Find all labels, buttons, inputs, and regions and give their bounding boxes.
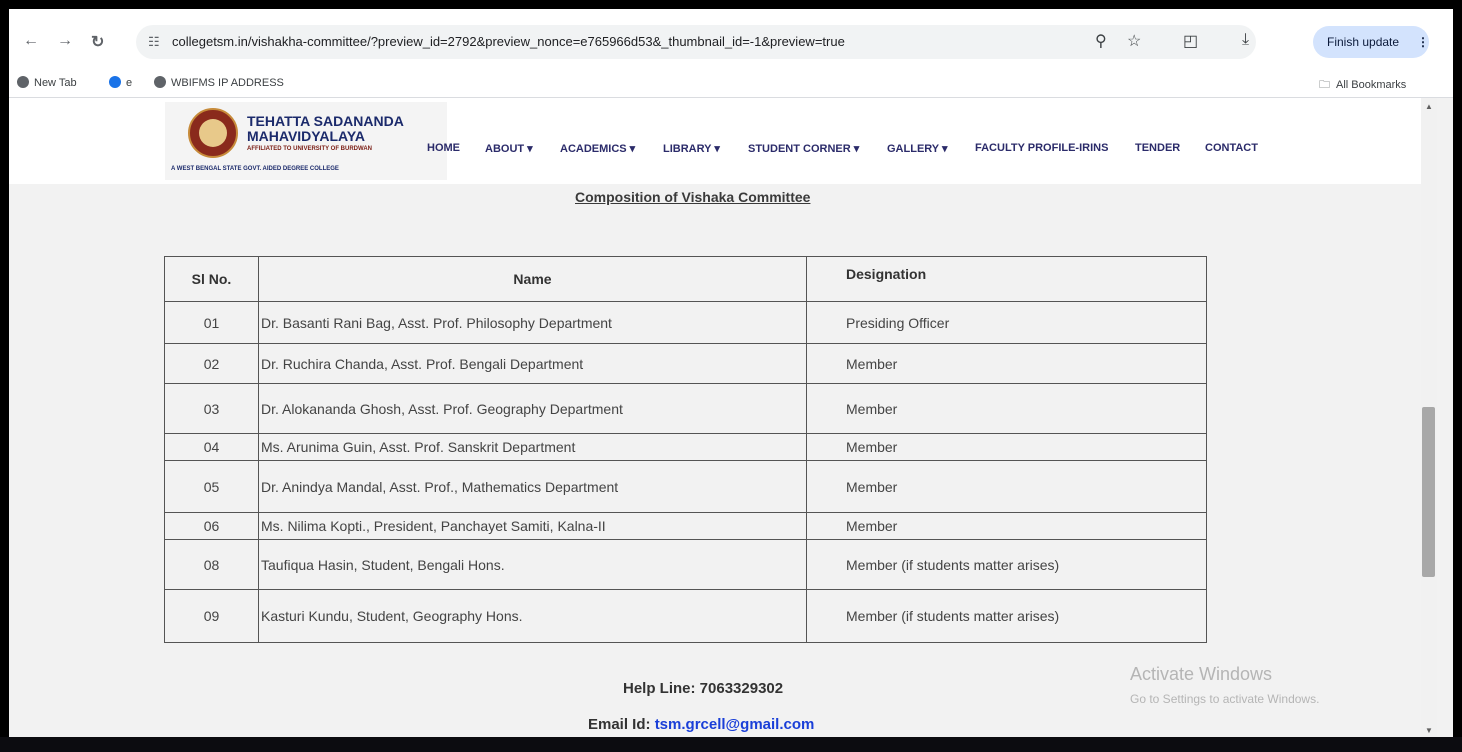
cell-designation: Member (if students matter arises) xyxy=(806,589,1207,643)
cell-name: Ms. Arunima Guin, Asst. Prof. Sanskrit D… xyxy=(258,433,807,461)
nav-library[interactable]: LIBRARY ▾ xyxy=(663,142,720,155)
zoom-icon[interactable]: ⚲ xyxy=(1095,31,1107,51)
college-seal-icon xyxy=(188,108,238,158)
all-bookmarks[interactable]: 🗀 All Bookmarks xyxy=(1319,76,1406,95)
college-name: TEHATTA SADANANDA MAHAVIDYALAYA xyxy=(247,113,404,144)
app-icon xyxy=(109,76,121,88)
nav-faculty-profile[interactable]: FACULTY PROFILE-IRINS xyxy=(975,142,1108,154)
scroll-down-icon[interactable]: ▼ xyxy=(1425,726,1433,735)
cell-designation: Member (if students matter arises) xyxy=(806,539,1207,590)
table-row: 08 Taufiqua Hasin, Student, Bengali Hons… xyxy=(164,539,1207,590)
cell-name: Ms. Nilima Kopti., President, Panchayet … xyxy=(258,512,807,540)
finish-update-button[interactable]: Finish update ⋮ xyxy=(1313,26,1429,58)
nav-about[interactable]: ABOUT ▾ xyxy=(485,142,533,155)
table-row: 02 Dr. Ruchira Chanda, Asst. Prof. Benga… xyxy=(164,343,1207,384)
table-row: 03 Dr. Alokananda Ghosh, Asst. Prof. Geo… xyxy=(164,383,1207,434)
download-icon[interactable]: ⤓ xyxy=(1242,31,1249,49)
col-header-designation: Designation xyxy=(806,256,1207,302)
bookmark-e[interactable]: e xyxy=(109,76,132,89)
cell-designation: Member xyxy=(806,460,1207,513)
reload-icon[interactable]: ↻ xyxy=(91,32,104,52)
scroll-up-icon[interactable]: ▲ xyxy=(1425,102,1433,111)
browser-window: ← → ↻ ☷ collegetsm.in/vishakha-committee… xyxy=(9,9,1453,737)
cell-slno: 05 xyxy=(164,460,259,513)
folder-icon: 🗀 xyxy=(1319,79,1330,91)
cell-slno: 02 xyxy=(164,343,259,384)
nav-gallery[interactable]: GALLERY ▾ xyxy=(887,142,948,155)
activate-windows-subtitle: Go to Settings to activate Windows. xyxy=(1130,692,1320,706)
col-header-name: Name xyxy=(258,256,807,302)
cell-slno: 03 xyxy=(164,383,259,434)
forward-icon[interactable]: → xyxy=(57,32,73,50)
cell-name: Dr. Alokananda Ghosh, Asst. Prof. Geogra… xyxy=(258,383,807,434)
table-row: 06 Ms. Nilima Kopti., President, Panchay… xyxy=(164,512,1207,540)
cell-slno: 01 xyxy=(164,301,259,344)
email-link[interactable]: tsm.grcell@gmail.com xyxy=(655,716,815,733)
nav-academics[interactable]: ACADEMICS ▾ xyxy=(560,142,635,155)
bookmarks-bar: New Tab e WBIFMS IP ADDRESS 🗀 All Bookmar… xyxy=(9,67,1453,98)
page-content: TEHATTA SADANANDA MAHAVIDYALAYA AFFILIAT… xyxy=(9,98,1421,737)
cell-designation: Member xyxy=(806,512,1207,540)
nav-contact[interactable]: CONTACT xyxy=(1205,142,1258,154)
col-header-slno: Sl No. xyxy=(164,256,259,302)
site-settings-icon[interactable]: ☷ xyxy=(148,34,160,50)
table-row: 09 Kasturi Kundu, Student, Geography Hon… xyxy=(164,589,1207,643)
nav-home[interactable]: HOME xyxy=(427,142,460,154)
cell-designation: Member xyxy=(806,343,1207,384)
vertical-scrollbar[interactable]: ▲ ▼ xyxy=(1421,98,1437,737)
url-text[interactable]: collegetsm.in/vishakha-committee/?previe… xyxy=(172,34,845,49)
cell-designation: Member xyxy=(806,433,1207,461)
cell-slno: 08 xyxy=(164,539,259,590)
bookmark-new-tab[interactable]: New Tab xyxy=(17,76,77,89)
email-line: Email Id: tsm.grcell@gmail.com xyxy=(588,716,814,733)
cell-slno: 06 xyxy=(164,512,259,540)
table-row: 04 Ms. Arunima Guin, Asst. Prof. Sanskri… xyxy=(164,433,1207,461)
bookmark-wbifms[interactable]: WBIFMS IP ADDRESS xyxy=(154,76,284,89)
table-row: 01 Dr. Basanti Rani Bag, Asst. Prof. Phi… xyxy=(164,301,1207,344)
cell-name: Dr. Anindya Mandal, Asst. Prof., Mathema… xyxy=(258,460,807,513)
cell-slno: 09 xyxy=(164,589,259,643)
college-tagline: A WEST BENGAL STATE GOVT. AIDED DEGREE C… xyxy=(171,166,339,172)
cell-name: Taufiqua Hasin, Student, Bengali Hons. xyxy=(258,539,807,590)
back-icon[interactable]: ← xyxy=(23,32,39,50)
cell-name: Kasturi Kundu, Student, Geography Hons. xyxy=(258,589,807,643)
site-header: TEHATTA SADANANDA MAHAVIDYALAYA AFFILIAT… xyxy=(9,98,1421,184)
globe-icon xyxy=(17,76,29,88)
helpline: Help Line: 7063329302 xyxy=(623,680,784,697)
taskbar xyxy=(0,737,1462,752)
star-icon[interactable]: ☆ xyxy=(1127,31,1141,51)
cell-name: Dr. Ruchira Chanda, Asst. Prof. Bengali … xyxy=(258,343,807,384)
college-logo[interactable]: TEHATTA SADANANDA MAHAVIDYALAYA AFFILIAT… xyxy=(165,102,447,180)
nav-tender[interactable]: TENDER xyxy=(1135,142,1180,154)
menu-kebab-icon[interactable]: ⋮ xyxy=(1417,35,1429,49)
globe-icon xyxy=(154,76,166,88)
committee-table: Sl No. Name Designation 01 Dr. Basanti R… xyxy=(164,256,1207,643)
cell-name: Dr. Basanti Rani Bag, Asst. Prof. Philos… xyxy=(258,301,807,344)
table-row: 05 Dr. Anindya Mandal, Asst. Prof., Math… xyxy=(164,460,1207,513)
address-toolbar: ← → ↻ ☷ collegetsm.in/vishakha-committee… xyxy=(9,9,1453,67)
cell-slno: 04 xyxy=(164,433,259,461)
college-affiliation: AFFILIATED TO UNIVERSITY OF BURDWAN xyxy=(247,146,373,152)
scroll-thumb[interactable] xyxy=(1422,407,1435,577)
address-bar[interactable]: ☷ collegetsm.in/vishakha-committee/?prev… xyxy=(136,25,1256,59)
finish-update-label: Finish update xyxy=(1327,35,1400,49)
activate-windows-title: Activate Windows xyxy=(1130,664,1273,684)
email-label: Email Id: xyxy=(588,716,651,733)
nav-student-corner[interactable]: STUDENT CORNER ▾ xyxy=(748,142,859,155)
extensions-icon[interactable]: ◰ xyxy=(1183,31,1198,51)
page-title: Composition of Vishaka Committee xyxy=(575,189,811,205)
cell-designation: Presiding Officer xyxy=(806,301,1207,344)
cell-designation: Member xyxy=(806,383,1207,434)
table-header-row: Sl No. Name Designation xyxy=(164,256,1207,302)
